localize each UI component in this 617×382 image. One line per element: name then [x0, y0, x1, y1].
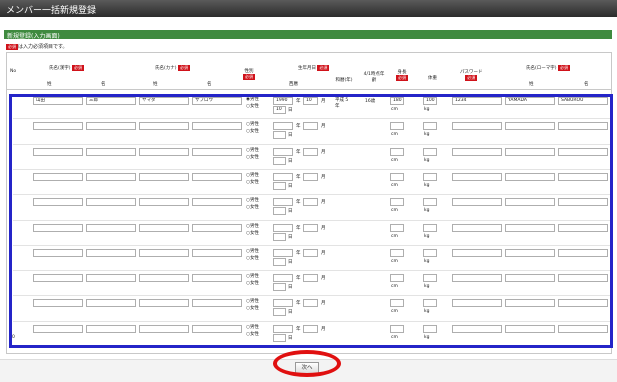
- col-seireki: 西暦: [289, 82, 298, 87]
- section-header: 新規登録(入力画面): [4, 30, 612, 40]
- col-romaji-label: 氏名(ローマ字): [526, 66, 557, 71]
- col-wareki: 和暦(年): [335, 78, 353, 83]
- col-kana-mei: 名: [207, 82, 212, 87]
- header-divider: [7, 89, 611, 90]
- col-kana-sei: 姓: [153, 82, 158, 87]
- highlight-circle: [273, 350, 341, 377]
- page-title: メンバー一括新規登録: [6, 6, 97, 16]
- required-badge: 必須: [71, 65, 84, 71]
- window-title-bar: メンバー一括新規登録: [0, 0, 617, 17]
- section-title: 新規登録(入力画面): [7, 33, 60, 40]
- col-kanji: 氏名(漢字) 必須: [49, 65, 84, 71]
- col-birthdate-label: 生年月日: [298, 66, 316, 71]
- required-badge: 必須: [557, 65, 570, 71]
- col-gender: 性別 必須: [243, 68, 255, 80]
- required-notice: 必須 は入力必須項目です。: [6, 43, 68, 50]
- col-weight: 体重: [428, 76, 437, 81]
- col-kanji-sei: 姓: [47, 82, 52, 87]
- required-badge: 必須: [177, 65, 190, 71]
- col-kanji-label: 氏名(漢字): [49, 66, 71, 71]
- required-badge: 必須: [465, 75, 478, 81]
- col-romaji: 氏名(ローマ字) 必須: [526, 65, 570, 71]
- col-kana: 氏名(カナ) 必須: [155, 65, 190, 71]
- required-badge: 必須: [396, 75, 408, 81]
- required-badge: 必須: [243, 74, 255, 80]
- col-age: 4/1時点年齢: [363, 72, 385, 83]
- col-kanji-mei: 名: [101, 82, 106, 87]
- col-no: No: [10, 69, 17, 74]
- highlight-box: [9, 94, 613, 348]
- required-badge: 必須: [6, 44, 18, 50]
- col-height: 身長 必須: [396, 69, 408, 81]
- required-badge: 必須: [317, 65, 330, 71]
- col-kana-label: 氏名(カナ): [155, 66, 177, 71]
- col-birthdate: 生年月日 必須: [298, 65, 330, 71]
- col-romaji-mei: 名: [584, 82, 589, 87]
- col-romaji-sei: 姓: [529, 82, 534, 87]
- required-notice-text: は入力必須項目です。: [18, 44, 68, 50]
- col-password: パスワード 必須: [460, 69, 483, 81]
